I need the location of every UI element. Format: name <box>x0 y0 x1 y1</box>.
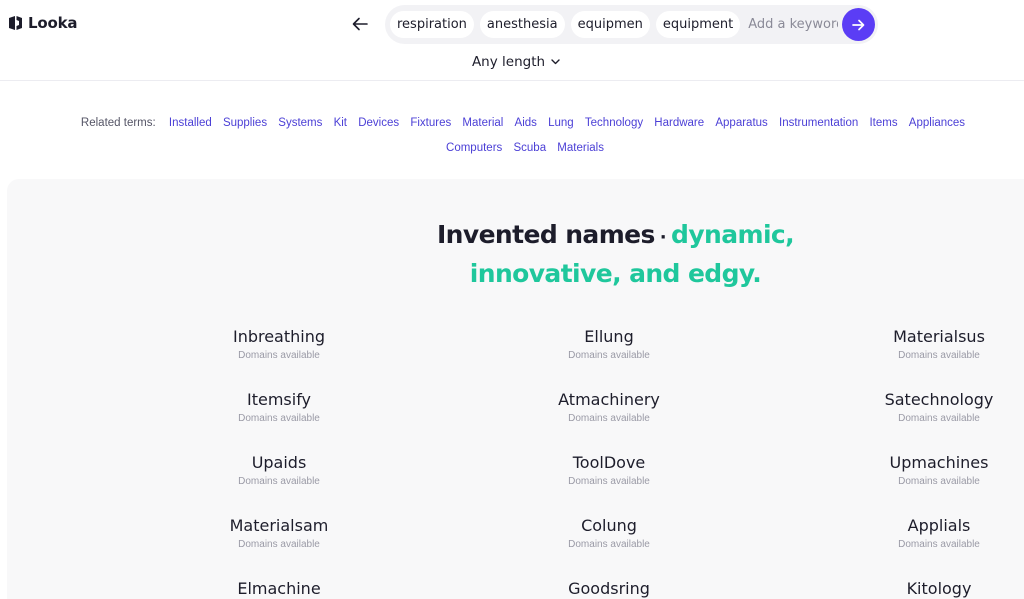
name-text: Applials <box>907 516 971 535</box>
name-text: ToolDove <box>572 453 646 472</box>
related-terms-label: Related terms: <box>80 117 156 129</box>
related-term-link[interactable]: Scuba <box>513 142 546 154</box>
arrow-right-icon <box>852 19 865 30</box>
brand-logo[interactable]: Looka <box>8 14 77 32</box>
related-term-link[interactable]: Fixtures <box>410 117 451 129</box>
keyword-chip[interactable]: respiration <box>390 11 474 38</box>
domain-status: Domains available <box>568 539 650 550</box>
domain-status: Domains available <box>568 350 650 361</box>
name-text: Itemsify <box>246 390 312 409</box>
name-text: Upaids <box>251 453 307 472</box>
name-card[interactable]: Elmachine <box>179 579 379 599</box>
related-term-link[interactable]: Appliances <box>909 117 965 129</box>
related-term-link[interactable]: Technology <box>585 117 643 129</box>
name-card[interactable]: Inbreathing Domains available <box>179 327 379 364</box>
related-terms: Related terms: Installed Supplies System… <box>0 111 1024 161</box>
domain-status: Domains available <box>898 413 980 424</box>
related-term-link[interactable]: Devices <box>358 117 399 129</box>
results-heading-main: Invented names <box>436 220 655 249</box>
domain-status: Domains available <box>898 350 980 361</box>
name-text: Materialsus <box>893 327 985 346</box>
back-button[interactable] <box>350 14 370 34</box>
related-term-link[interactable]: Materials <box>557 142 604 154</box>
related-term-link[interactable]: Installed <box>169 117 212 129</box>
related-term-link[interactable]: Hardware <box>654 117 704 129</box>
domain-status: Domains available <box>238 539 320 550</box>
name-text: Ellung <box>584 327 634 346</box>
keyword-chip[interactable]: anesthesia <box>479 11 565 38</box>
results-heading-accent: dynamic, <box>671 220 795 249</box>
related-term-link[interactable]: Instrumentation <box>779 117 858 129</box>
domain-status: Domains available <box>898 476 980 487</box>
related-term-link[interactable]: Aids <box>515 117 537 129</box>
related-term-link[interactable]: Computers <box>446 142 502 154</box>
name-card[interactable]: Ellung Domains available <box>509 327 709 364</box>
name-card[interactable]: Satechnology Domains available <box>839 390 1024 427</box>
name-card[interactable]: Atmachinery Domains available <box>509 390 709 427</box>
name-text: Elmachine <box>237 579 321 598</box>
related-term-link[interactable]: Material <box>462 117 503 129</box>
domain-status: Domains available <box>238 476 320 487</box>
name-card[interactable]: Kitology <box>839 579 1024 599</box>
chevron-down-icon <box>551 59 560 65</box>
name-card[interactable]: ToolDove Domains available <box>509 453 709 490</box>
looka-logo-icon <box>9 15 22 30</box>
related-terms-row: Related terms: Installed Supplies System… <box>26 111 1024 136</box>
top-header: Looka respiration anesthesia equipmen eq… <box>0 0 1024 81</box>
related-terms-row: Computers Scuba Materials <box>26 136 1024 161</box>
add-keyword-input[interactable] <box>746 17 839 32</box>
related-term-link[interactable]: Lung <box>548 117 574 129</box>
name-card[interactable]: Applials Domains available <box>839 516 1024 553</box>
name-text: Upmachines <box>889 453 989 472</box>
name-card[interactable]: Materialsus Domains available <box>839 327 1024 364</box>
results-panel: Invented names · dynamic, innovative, and … <box>7 179 1024 599</box>
results-heading: Invented names · dynamic, innovative, and … <box>7 217 1024 292</box>
name-text: Goodsring <box>568 579 650 598</box>
keyword-search-bar: respiration anesthesia equipmen equipmen… <box>385 5 878 44</box>
domain-status: Domains available <box>238 413 320 424</box>
name-text: Atmachinery <box>558 390 660 409</box>
name-card[interactable]: Itemsify Domains available <box>179 390 379 427</box>
brand-name: Looka <box>28 14 78 32</box>
domain-status: Domains available <box>568 413 650 424</box>
related-term-link[interactable]: Kit <box>334 117 347 129</box>
related-term-link[interactable]: Items <box>869 117 897 129</box>
related-term-link[interactable]: Apparatus <box>715 117 767 129</box>
length-filter: Any length <box>0 54 1024 70</box>
results-heading-line-2: innovative, and edgy. <box>7 256 1024 292</box>
generate-button[interactable] <box>842 8 875 41</box>
related-term-link[interactable]: Systems <box>278 117 322 129</box>
name-text: Satechnology <box>884 390 994 409</box>
domain-status: Domains available <box>568 476 650 487</box>
heading-separator-dot: · <box>659 227 667 248</box>
length-label: Any length <box>471 54 546 70</box>
domain-status: Domains available <box>238 350 320 361</box>
name-text: Inbreathing <box>232 327 326 346</box>
name-card[interactable]: Goodsring <box>509 579 709 599</box>
related-term-link[interactable]: Supplies <box>223 117 267 129</box>
arrow-left-icon <box>352 17 368 31</box>
domain-status: Domains available <box>898 539 980 550</box>
name-card[interactable]: Upmachines Domains available <box>839 453 1024 490</box>
name-card[interactable]: Materialsam Domains available <box>179 516 379 553</box>
keyword-chip[interactable]: equipment <box>655 11 741 38</box>
results-heading-accent: innovative, and edgy. <box>469 259 762 288</box>
name-text: Materialsam <box>229 516 329 535</box>
name-text: Colung <box>581 516 637 535</box>
length-dropdown[interactable]: Any length <box>464 54 560 70</box>
results-heading-line-1: Invented names · dynamic, <box>7 217 1024 256</box>
name-card[interactable]: Upaids Domains available <box>179 453 379 490</box>
name-text: Kitology <box>906 579 972 598</box>
name-card[interactable]: Colung Domains available <box>509 516 709 553</box>
keyword-chip[interactable]: equipmen <box>570 11 650 38</box>
